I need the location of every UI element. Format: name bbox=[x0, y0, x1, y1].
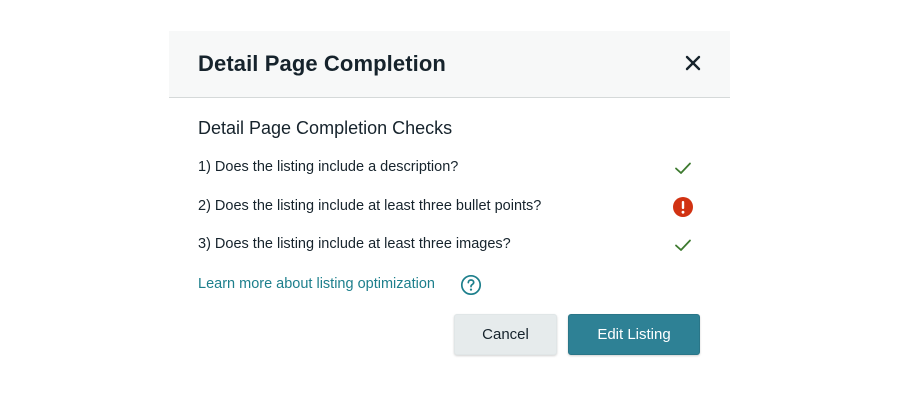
close-button[interactable] bbox=[678, 48, 708, 78]
check-row-bullet-points: 2) Does the listing include at least thr… bbox=[198, 195, 698, 219]
checkmark-icon bbox=[671, 233, 695, 257]
modal-title: Detail Page Completion bbox=[198, 51, 446, 76]
cancel-button[interactable]: Cancel bbox=[454, 314, 557, 355]
check-row-images: 3) Does the listing include at least thr… bbox=[198, 233, 698, 257]
check-row-description: 1) Does the listing include a descriptio… bbox=[198, 156, 698, 180]
error-alert-icon bbox=[671, 195, 695, 219]
edit-listing-button[interactable]: Edit Listing bbox=[568, 314, 700, 355]
close-icon bbox=[685, 55, 701, 71]
help-circle-icon[interactable] bbox=[460, 274, 482, 296]
section-heading: Detail Page Completion Checks bbox=[198, 118, 453, 138]
check-label: 3) Does the listing include at least thr… bbox=[198, 236, 511, 252]
checkmark-icon bbox=[671, 156, 695, 180]
learn-more-link[interactable]: Learn more about listing optimization bbox=[198, 276, 435, 292]
detail-page-completion-modal: Detail Page Completion Detail Page Compl… bbox=[169, 31, 730, 371]
check-label: 1) Does the listing include a descriptio… bbox=[198, 159, 459, 175]
check-label: 2) Does the listing include at least thr… bbox=[198, 198, 542, 214]
modal-header: Detail Page Completion bbox=[169, 31, 730, 98]
